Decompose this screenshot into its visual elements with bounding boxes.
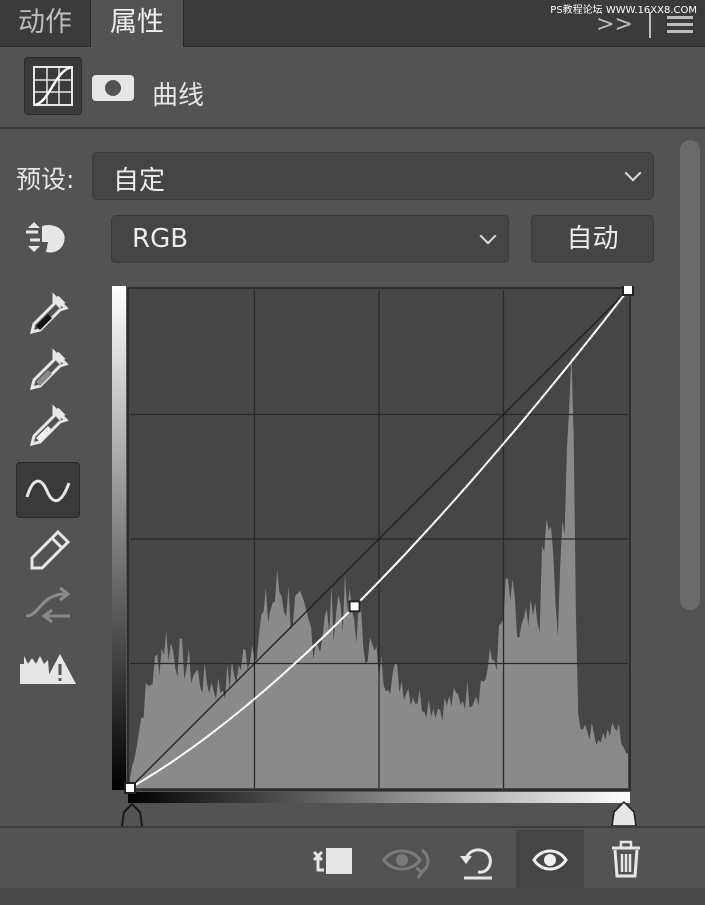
on-image-adjust-icon[interactable] [24,220,65,260]
white-input-slider[interactable] [611,800,637,827]
panel-footer [0,826,705,890]
preset-dropdown[interactable]: 自定 [92,152,654,200]
panel-tab-bar: 动作 属性 PS教程论坛 WWW.16XX8.COM >> [0,0,705,47]
toggle-visibility-button[interactable] [516,830,584,890]
panel-resize-grip[interactable] [0,888,705,905]
collapse-panel-icon[interactable]: >> [596,12,633,37]
reset-icon[interactable] [458,840,498,880]
auto-button[interactable]: 自动 [531,215,654,263]
gray-point-eyedropper-icon[interactable] [26,348,69,391]
tab-bar-divider [649,12,651,38]
layer-mask-icon[interactable] [92,75,134,101]
clipping-warning-icon[interactable] [18,650,78,690]
view-previous-state-icon[interactable] [382,840,430,880]
trash-icon[interactable] [606,840,646,880]
eye-icon [532,849,568,871]
curves-adjustment-icon[interactable] [24,57,82,115]
curve-points-icon [25,479,71,502]
edit-points-tool-button[interactable] [16,462,80,518]
input-gradient-bar [128,792,630,803]
chevron-down-icon [479,227,497,245]
preset-label: 预设: [16,165,75,194]
properties-header: 曲线 [0,47,705,127]
curve-control-point[interactable] [348,600,361,613]
output-gradient-bar [112,286,126,790]
curve-control-point[interactable] [124,782,136,794]
channel-value: RGB [132,224,189,254]
black-input-slider[interactable] [121,802,143,827]
header-divider [0,127,705,129]
panel-menu-icon[interactable] [667,16,693,34]
curve-control-point[interactable] [622,286,634,296]
black-point-eyedropper-icon[interactable] [26,292,69,335]
clip-to-layer-icon[interactable] [310,840,352,880]
white-point-eyedropper-icon[interactable] [26,404,69,447]
preset-value: 自定 [113,166,166,196]
tab-properties[interactable]: 属性 [90,0,184,47]
adjustment-title: 曲线 [152,81,205,111]
panel-scrollbar[interactable] [680,140,700,610]
tab-actions[interactable]: 动作 [0,0,90,46]
chevron-down-icon [624,164,642,182]
pencil-draw-icon[interactable] [28,528,71,570]
channel-dropdown[interactable]: RGB [111,215,509,263]
curve-graph[interactable] [112,286,642,830]
smooth-curve-icon[interactable] [22,586,71,626]
